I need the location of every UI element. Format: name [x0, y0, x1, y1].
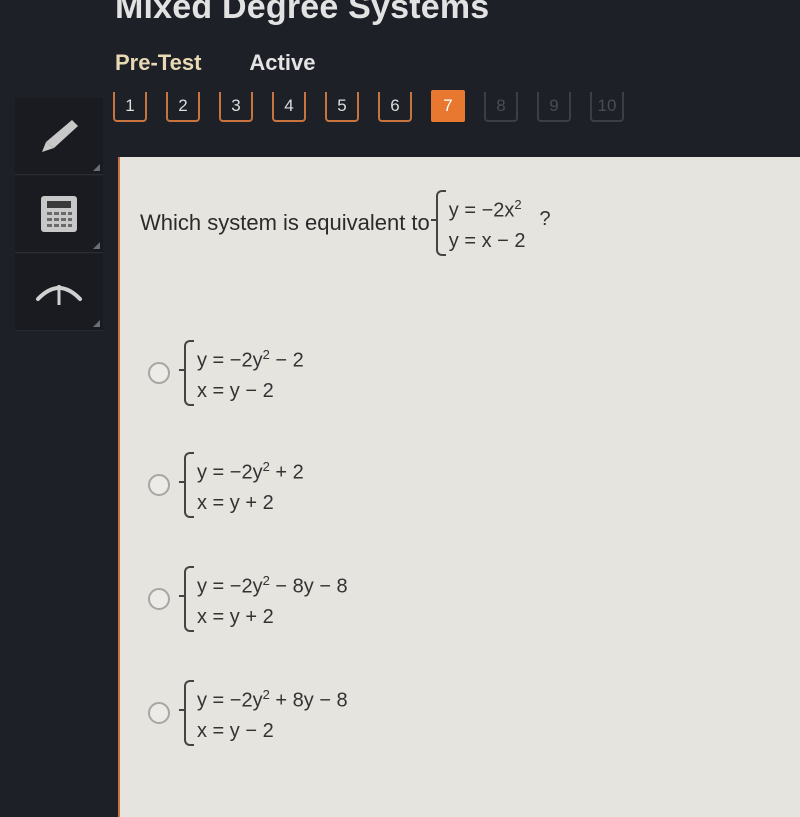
- question-button-9: 9: [537, 92, 571, 122]
- reference-icon: [36, 285, 82, 305]
- question-button-4[interactable]: 4: [272, 92, 306, 122]
- subtabs: Pre-Test Active: [115, 50, 315, 76]
- expand-corner-icon: [93, 320, 100, 327]
- question-button-8: 8: [484, 92, 518, 122]
- page-title: Mixed Degree Systems: [115, 0, 490, 26]
- given-equation-1: y = −2x2: [448, 197, 522, 222]
- brace: [179, 566, 194, 632]
- status-active: Active: [249, 50, 316, 75]
- radio-button[interactable]: [148, 588, 170, 610]
- option-equation-2: x = y − 2: [197, 719, 274, 742]
- brace: [179, 340, 194, 406]
- tab-pre-test[interactable]: Pre-Test: [115, 50, 201, 76]
- answer-option-3[interactable]: y = −2y2 − 8y − 8 x = y + 2: [148, 566, 348, 632]
- option-equation-1: y = −2y2 + 2: [197, 459, 304, 484]
- calculator-tool-button[interactable]: [15, 176, 103, 253]
- calculator-icon: [41, 196, 77, 232]
- expand-corner-icon: [93, 164, 100, 171]
- option-equation-1: y = −2y2 − 8y − 8: [197, 573, 348, 598]
- question-text: Which system is equivalent to: [140, 210, 430, 235]
- answer-option-4[interactable]: y = −2y2 + 8y − 8 x = y − 2: [148, 680, 348, 746]
- question-button-7[interactable]: 7: [431, 90, 465, 122]
- question-button-5[interactable]: 5: [325, 92, 359, 122]
- option-equation-1: y = −2y2 + 8y − 8: [197, 687, 348, 712]
- brace: [179, 680, 194, 746]
- given-equation-2: y = x − 2: [448, 229, 526, 252]
- radio-button[interactable]: [148, 702, 170, 724]
- option-equation-1: y = −2y2 − 2: [197, 347, 304, 372]
- answer-option-1[interactable]: y = −2y2 − 2 x = y − 2: [148, 340, 304, 406]
- given-system: y = −2x2 y = x − 2: [430, 190, 526, 256]
- option-equation-2: x = y + 2: [197, 491, 274, 514]
- answer-option-2[interactable]: y = −2y2 + 2 x = y + 2: [148, 452, 304, 518]
- question-button-10: 10: [590, 92, 624, 122]
- reference-tool-button[interactable]: [15, 254, 103, 331]
- option-equation-2: x = y + 2: [197, 605, 274, 628]
- pencil-icon: [42, 120, 78, 152]
- brace: [179, 452, 194, 518]
- question-button-1[interactable]: 1: [113, 92, 147, 122]
- brace: [430, 190, 446, 256]
- radio-button[interactable]: [148, 362, 170, 384]
- question-button-2[interactable]: 2: [166, 92, 200, 122]
- pencil-tool-button[interactable]: [15, 98, 103, 175]
- option-equation-2: x = y − 2: [197, 379, 274, 402]
- question-button-6[interactable]: 6: [378, 92, 412, 122]
- expand-corner-icon: [93, 242, 100, 249]
- radio-button[interactable]: [148, 474, 170, 496]
- tool-sidebar: [15, 98, 103, 332]
- question-mark: ?: [539, 207, 551, 230]
- question-button-3[interactable]: 3: [219, 92, 253, 122]
- question-prompt: Which system is equivalent to y = −2x2 y…: [140, 190, 551, 256]
- question-navigation: 1 2 3 4 5 6 7 8 9 10: [113, 90, 624, 122]
